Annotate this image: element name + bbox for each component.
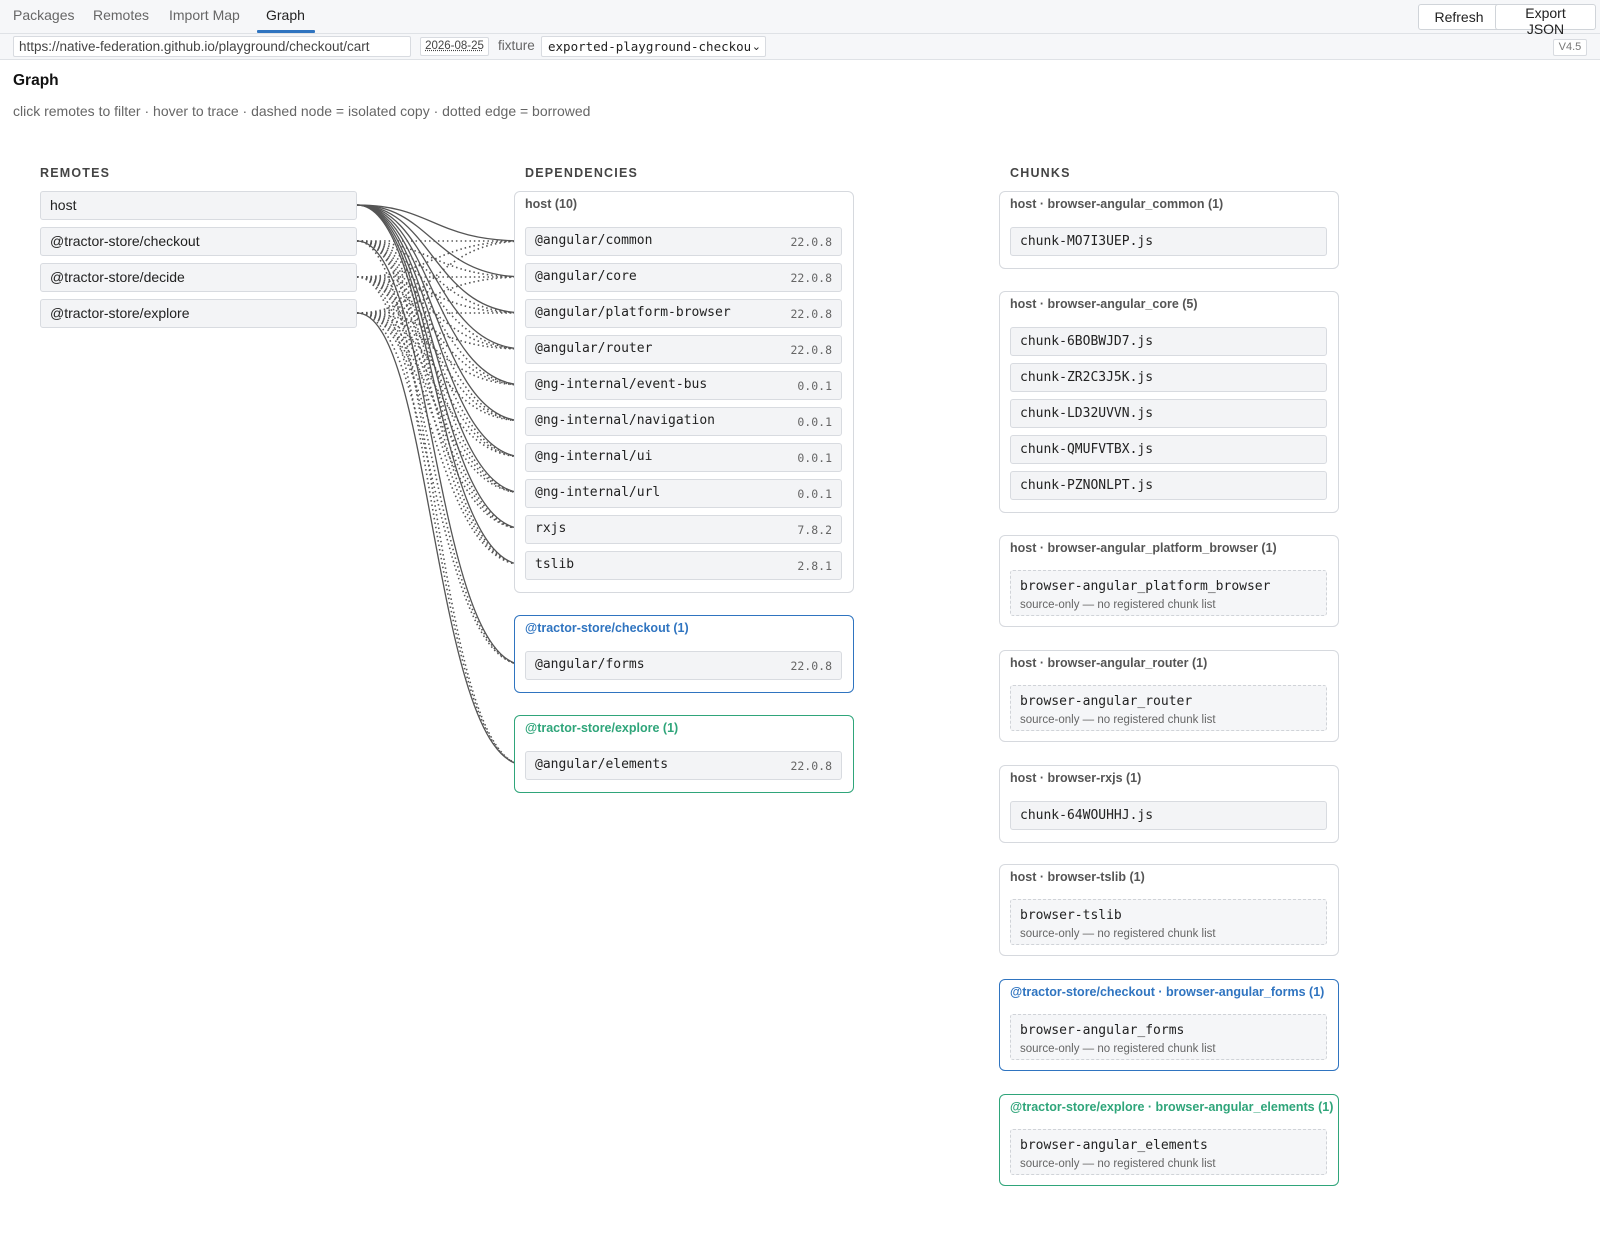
dep-name: @angular/elements	[535, 757, 669, 772]
chunk-source-only[interactable]: browser-angular_platform_browser source-…	[1010, 570, 1327, 616]
dep-group-title: host (10)	[525, 197, 578, 211]
chunk-group-title: host · browser-tslib (1)	[1010, 870, 1145, 884]
edge-borrowed	[356, 312, 526, 350]
edge-borrowed	[356, 240, 526, 766]
remote-host[interactable]: host	[40, 191, 357, 220]
chunk-group-title: host · browser-angular_core (5)	[1010, 297, 1198, 311]
remote-decide[interactable]: @tractor-store/decide	[40, 263, 357, 292]
edge-borrowed	[356, 312, 526, 494]
chunk-item[interactable]: chunk-64WOUHHJ.js	[1010, 801, 1327, 830]
dep-ng-internal-event-bus[interactable]: @ng-internal/event-bus 0.0.1	[525, 371, 842, 400]
chunk-source-name: browser-tslib	[1020, 908, 1122, 923]
chunk-group-title: host · browser-angular_platform_browser …	[1010, 541, 1277, 555]
chunk-group-title: @tractor-store/checkout · browser-angula…	[1010, 985, 1325, 999]
dep-version: 22.0.8	[790, 235, 832, 249]
dep-angular-core[interactable]: @angular/core 22.0.8	[525, 263, 842, 292]
dep-angular-router[interactable]: @angular/router 22.0.8	[525, 335, 842, 364]
remote-explore[interactable]: @tractor-store/explore	[40, 299, 357, 328]
edge-borrowed	[356, 312, 526, 458]
edge-borrowed	[356, 240, 526, 494]
dep-name: @angular/platform-browser	[535, 305, 731, 320]
dep-angular-common[interactable]: @angular/common 22.0.8	[525, 227, 842, 256]
chunk-group-title: @tractor-store/explore · browser-angular…	[1010, 1100, 1334, 1114]
edge-borrowed	[356, 276, 526, 530]
remote-checkout[interactable]: @tractor-store/checkout	[40, 227, 357, 256]
dep-name: @angular/common	[535, 233, 653, 248]
chunk-source-only[interactable]: browser-tslib source-only — no registere…	[1010, 899, 1327, 945]
dep-tslib[interactable]: tslib 2.8.1	[525, 551, 842, 580]
dep-ng-internal-ui[interactable]: @ng-internal/ui 0.0.1	[525, 443, 842, 472]
chunk-item[interactable]: chunk-6BOBWJD7.js	[1010, 327, 1327, 356]
dep-angular-forms[interactable]: @angular/forms 22.0.8	[525, 651, 842, 680]
dep-name: tslib	[535, 557, 575, 572]
chunk-group-title: host · browser-angular_router (1)	[1010, 656, 1208, 670]
dep-angular-elements[interactable]: @angular/elements 22.0.8	[525, 751, 842, 780]
chunk-source-note: source-only — no registered chunk list	[1020, 928, 1216, 940]
chunk-source-name: browser-angular_platform_browser	[1020, 579, 1271, 594]
dep-version: 0.0.1	[797, 415, 832, 429]
edge-borrowed	[356, 240, 526, 386]
dep-name: @ng-internal/ui	[535, 449, 653, 464]
dep-version: 22.0.8	[790, 659, 832, 673]
dep-name: @ng-internal/event-bus	[535, 377, 708, 392]
chunk-item[interactable]: chunk-QMUFVTBX.js	[1010, 435, 1327, 464]
dep-version: 0.0.1	[797, 487, 832, 501]
dep-name: @ng-internal/url	[535, 485, 661, 500]
chunk-source-note: source-only — no registered chunk list	[1020, 1158, 1216, 1170]
chunk-group-title: host · browser-angular_common (1)	[1010, 197, 1224, 211]
chunk-item[interactable]: chunk-PZNONLPT.js	[1010, 471, 1327, 500]
dep-version: 22.0.8	[790, 307, 832, 321]
chunk-source-only[interactable]: browser-angular_router source-only — no …	[1010, 685, 1327, 731]
dep-name: rxjs	[535, 521, 567, 536]
edge-borrowed	[356, 240, 526, 422]
edge-borrowed	[356, 276, 526, 458]
chunk-item[interactable]: chunk-ZR2C3J5K.js	[1010, 363, 1327, 392]
dep-version: 2.8.1	[797, 559, 832, 573]
chunk-source-only[interactable]: browser-angular_elements source-only — n…	[1010, 1129, 1327, 1175]
chunk-group-title: host · browser-rxjs (1)	[1010, 771, 1142, 785]
edge-host	[356, 204, 526, 530]
dep-group-title: @tractor-store/checkout (1)	[525, 621, 689, 635]
chunk-source-only[interactable]: browser-angular_forms source-only — no r…	[1010, 1014, 1327, 1060]
chunk-item[interactable]: chunk-MO7I3UEP.js	[1010, 227, 1327, 256]
chunk-source-note: source-only — no registered chunk list	[1020, 599, 1216, 611]
dep-version: 7.8.2	[797, 523, 832, 537]
chunk-item[interactable]: chunk-LD32UVVN.js	[1010, 399, 1327, 428]
dep-name: @ng-internal/navigation	[535, 413, 716, 428]
dep-version: 22.0.8	[790, 343, 832, 357]
chunk-source-note: source-only — no registered chunk list	[1020, 714, 1216, 726]
chunk-source-name: browser-angular_router	[1020, 694, 1193, 709]
dep-version: 0.0.1	[797, 451, 832, 465]
edge-borrowed	[356, 276, 526, 666]
dep-name: @angular/forms	[535, 657, 645, 672]
dep-group-title: @tractor-store/explore (1)	[525, 721, 679, 735]
dep-rxjs[interactable]: rxjs 7.8.2	[525, 515, 842, 544]
dep-ng-internal-url[interactable]: @ng-internal/url 0.0.1	[525, 479, 842, 508]
dep-version: 0.0.1	[797, 379, 832, 393]
edge-borrowed	[356, 240, 526, 566]
dep-version: 22.0.8	[790, 759, 832, 773]
dep-name: @angular/router	[535, 341, 653, 356]
dep-version: 22.0.8	[790, 271, 832, 285]
chunk-source-note: source-only — no registered chunk list	[1020, 1043, 1216, 1055]
chunk-source-name: browser-angular_elements	[1020, 1138, 1208, 1153]
dep-name: @angular/core	[535, 269, 637, 284]
dep-ng-internal-navigation[interactable]: @ng-internal/navigation 0.0.1	[525, 407, 842, 436]
chunk-source-name: browser-angular_forms	[1020, 1023, 1185, 1038]
dep-angular-platform-browser[interactable]: @angular/platform-browser 22.0.8	[525, 299, 842, 328]
